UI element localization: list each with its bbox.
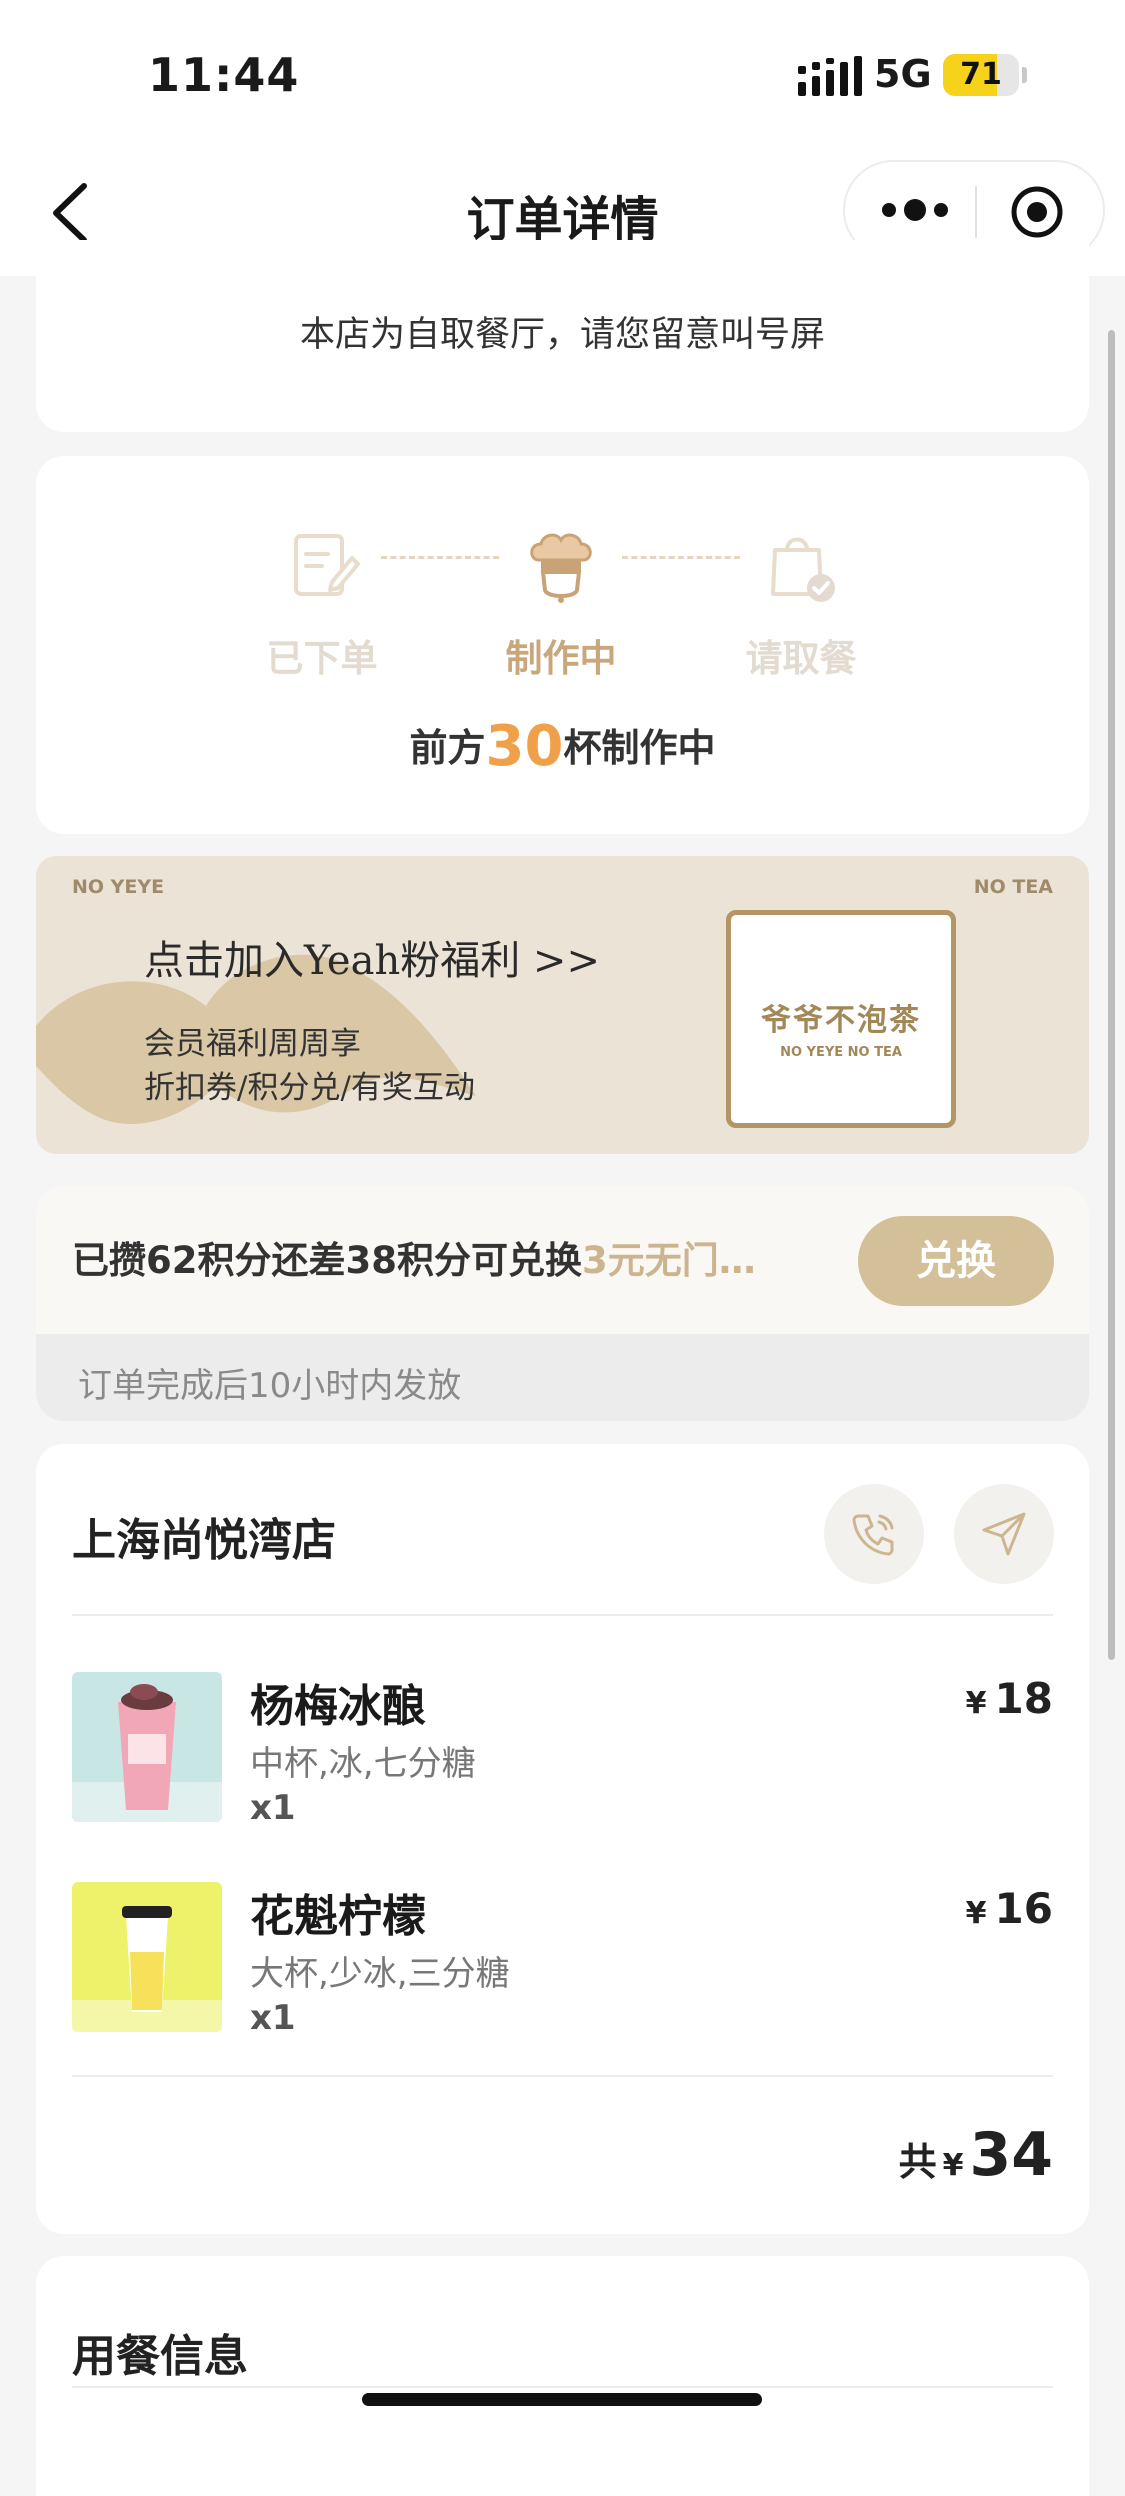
currency-symbol: ¥ <box>965 1896 987 1931</box>
queue-status: 前方30杯制作中 <box>36 714 1089 779</box>
item-price: ¥18 <box>966 1674 1053 1723</box>
store-name: 上海尚悦湾店 <box>72 1515 336 1566</box>
battery-level: 71 <box>960 57 1002 92</box>
currency-symbol: ¥ <box>942 2148 964 2183</box>
points-status: 已攒62积分还差38积分可兑换3元无门… <box>72 1230 756 1284</box>
item-name: 花魁柠檬 <box>250 1891 426 1942</box>
item-quantity: x1 <box>250 1998 296 2038</box>
item-price: ¥16 <box>966 1884 1053 1933</box>
item-quantity: x1 <box>250 1788 296 1828</box>
item-price-value: 18 <box>994 1674 1053 1723</box>
order-card: 上海尚悦湾店 杨梅冰酿 中杯,冰,七分糖 x1 ¥18 花魁柠檬 大杯,少冰,三… <box>36 1444 1089 2234</box>
banner-tag-right: NO TEA <box>973 876 1053 898</box>
currency-symbol: ¥ <box>965 1686 987 1721</box>
chef-icon <box>530 533 592 603</box>
banner-line-2: 折扣券/积分兑/有奖互动 <box>144 1070 475 1106</box>
dining-info-title: 用餐信息 <box>72 2331 248 2382</box>
call-store-button[interactable] <box>824 1484 924 1584</box>
status-bar: 11:44 5G 71 <box>0 0 1125 150</box>
redeem-button[interactable]: 兑换 <box>858 1216 1054 1306</box>
divider <box>72 1614 1053 1616</box>
step-ordered: 已下单 <box>242 526 402 682</box>
step-making-label: 制作中 <box>505 637 617 680</box>
banner-tag-left: NO YEYE <box>72 876 165 898</box>
points-footnote: 订单完成后10小时内发放 <box>78 1366 462 1406</box>
battery-icon: 71 <box>943 54 1027 98</box>
item-name: 杨梅冰酿 <box>250 1681 426 1732</box>
queue-prefix: 前方 <box>409 726 486 770</box>
step-ordered-label: 已下单 <box>266 637 378 680</box>
step-pickup: 请取餐 <box>721 526 881 682</box>
points-footnote-bar: 订单完成后10小时内发放 <box>36 1334 1089 1421</box>
order-progress-card: 已下单 制作中 请取餐 前方30杯制作中 <box>36 456 1089 834</box>
more-icon[interactable] <box>875 184 955 236</box>
brand-logo-en: NO YEYE NO TEA <box>780 1045 902 1060</box>
order-total: 共 ¥34 <box>899 2120 1053 2190</box>
divider <box>72 2386 1053 2388</box>
navigate-store-button[interactable] <box>954 1484 1054 1584</box>
points-card: 已攒62积分还差38积分可兑换3元无门… 兑换 订单完成后10小时内发放 <box>36 1186 1089 1421</box>
pickup-notice-text: 本店为自取餐厅，请您留意叫号屏 <box>299 315 825 355</box>
shopping-bag-icon <box>771 537 835 602</box>
banner-line-1: 会员福利周周享 <box>144 1026 361 1062</box>
capsule-divider <box>975 186 977 238</box>
membership-banner[interactable]: NO YEYE NO TEA 点击加入Yeah粉福利 >> 会员福利周周享 折扣… <box>36 856 1089 1154</box>
dining-info-card: 用餐信息 <box>36 2256 1089 2496</box>
close-miniprogram-icon[interactable] <box>1009 184 1065 240</box>
item-options: 大杯,少冰,三分糖 <box>250 1954 510 1994</box>
navigation-arrow-icon <box>982 1512 1026 1556</box>
queue-suffix: 杯制作中 <box>563 726 716 770</box>
item-options: 中杯,冰,七分糖 <box>250 1744 476 1784</box>
scrollbar[interactable] <box>1108 330 1115 1660</box>
total-amount: 34 <box>969 2120 1054 2190</box>
step-making: 制作中 <box>481 526 641 682</box>
points-status-text: 已攒62积分还差38积分可兑换 <box>72 1239 582 1282</box>
queue-count: 30 <box>485 714 564 779</box>
item-price-value: 16 <box>994 1884 1053 1933</box>
product-image <box>72 1882 222 2032</box>
product-image <box>72 1672 222 1822</box>
signal-icon <box>798 56 862 96</box>
home-indicator[interactable] <box>362 2393 762 2406</box>
order-note-icon <box>294 534 360 596</box>
brand-logo-cn: 爷爷不泡茶 <box>761 1003 921 1038</box>
points-reward-text: 3元无门… <box>581 1239 756 1282</box>
order-item: 杨梅冰酿 中杯,冰,七分糖 x1 ¥18 <box>72 1672 1053 1832</box>
network-type: 5G <box>874 52 932 96</box>
divider <box>72 2075 1053 2077</box>
pickup-notice-card: 本店为自取餐厅，请您留意叫号屏 <box>36 240 1089 432</box>
status-time: 11:44 <box>148 48 300 102</box>
step-pickup-label: 请取餐 <box>745 637 857 680</box>
order-item: 花魁柠檬 大杯,少冰,三分糖 x1 ¥16 <box>72 1882 1053 2042</box>
total-label: 共 <box>898 2140 937 2184</box>
phone-icon <box>852 1514 894 1556</box>
banner-title: 点击加入Yeah粉福利 >> <box>144 938 600 984</box>
brand-logo: 爷爷不泡茶 NO YEYE NO TEA <box>726 910 956 1128</box>
